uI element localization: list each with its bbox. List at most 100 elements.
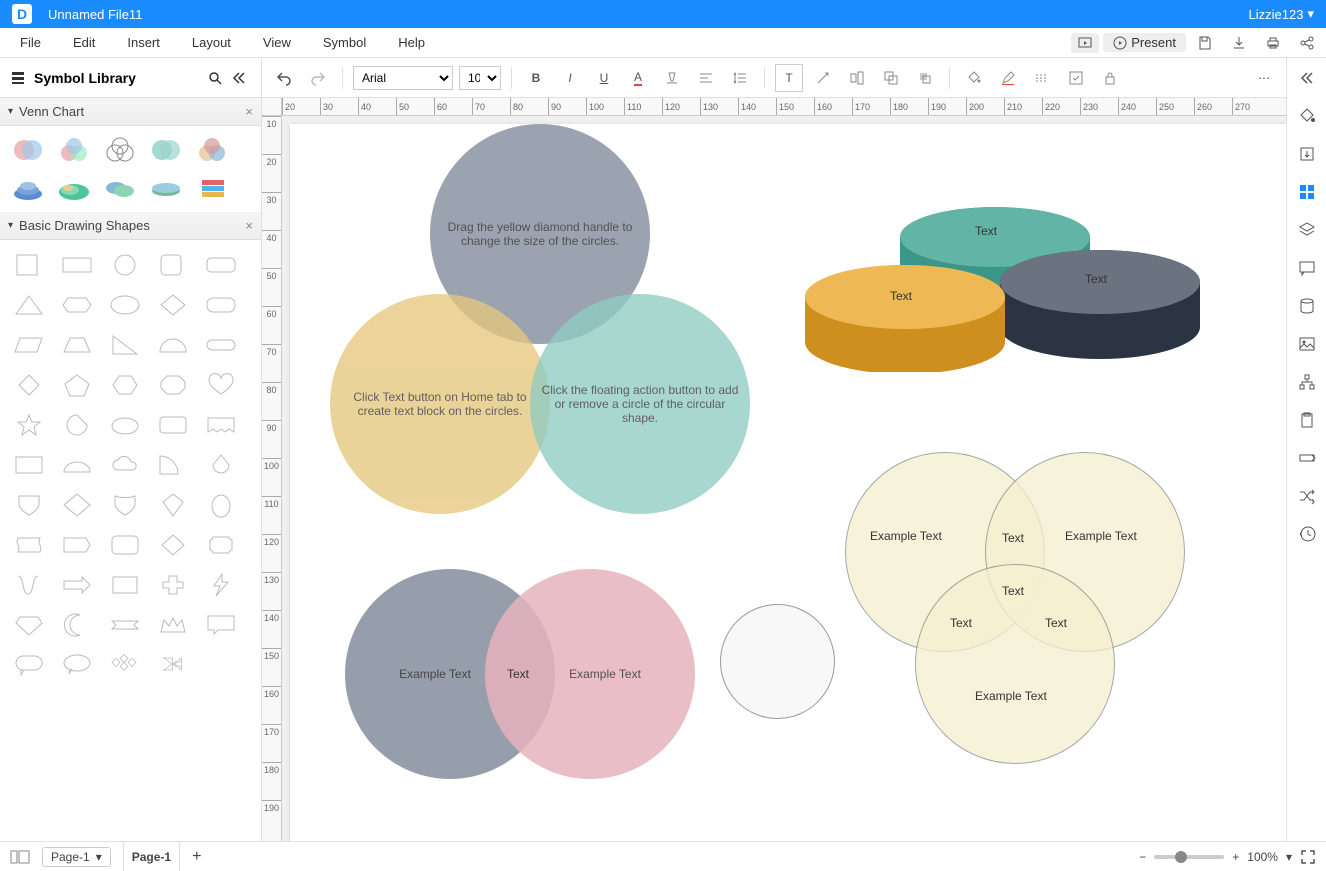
shape-shield[interactable] [8,488,50,522]
shape-4diamond[interactable] [104,648,146,682]
shape-quarter[interactable] [152,448,194,482]
shape-diamond3[interactable] [152,528,194,562]
venn-shape-6[interactable] [8,172,48,204]
shape-rectangle[interactable] [56,248,98,282]
shape-speech-oval[interactable] [56,648,98,682]
shape-octagon[interactable] [152,368,194,402]
sitemap-button[interactable] [1293,368,1321,396]
menu-help[interactable]: Help [382,35,441,50]
shape-card[interactable] [8,448,50,482]
close-icon[interactable]: × [245,104,253,119]
venn-shape-7[interactable] [54,172,94,204]
shape-cloud[interactable] [104,448,146,482]
venn-shape-1[interactable] [8,134,48,166]
connector-button[interactable] [809,64,837,92]
more-button[interactable]: ⋯ [1250,64,1278,92]
shape-heart[interactable] [200,368,242,402]
expand-rail-button[interactable] [1293,64,1321,92]
shape-arrow[interactable] [56,568,98,602]
comment-button[interactable] [1293,254,1321,282]
menu-layout[interactable]: Layout [176,35,247,50]
shape-teardrop[interactable] [56,408,98,442]
export-button[interactable] [1293,140,1321,168]
line-style-button[interactable] [1028,64,1056,92]
slideshow-button[interactable] [1071,33,1099,53]
shape-moon[interactable] [56,608,98,642]
menu-symbol[interactable]: Symbol [307,35,382,50]
shape-speech-rect[interactable] [200,608,242,642]
page-select[interactable]: Page-1 ▾ [42,847,111,867]
history-button[interactable] [1293,520,1321,548]
venn-circle-yellow[interactable]: Click Text button on Home tab to create … [330,294,550,514]
clipboard-button[interactable] [1293,406,1321,434]
theme-button[interactable] [1293,102,1321,130]
redo-button[interactable] [304,64,332,92]
download-button[interactable] [1224,31,1254,55]
fill-button[interactable] [960,64,988,92]
shape-semicircle[interactable] [152,328,194,362]
zoom-in-button[interactable]: + [1232,850,1239,864]
shape-diamond2[interactable] [56,488,98,522]
add-page-button[interactable]: + [192,848,201,866]
shapes-panel-header[interactable]: ▾ Basic Drawing Shapes × [0,212,261,240]
check-button[interactable] [1062,64,1090,92]
line-spacing-button[interactable] [726,64,754,92]
shape-cross[interactable] [152,568,194,602]
single-circle[interactable] [720,604,835,719]
outline-view-button[interactable] [10,849,30,865]
present-button[interactable]: Present [1103,33,1186,52]
zoom-slider[interactable] [1154,855,1224,859]
ruler-button[interactable] [1293,444,1321,472]
save-button[interactable] [1190,31,1220,55]
shape-hexagon[interactable] [104,368,146,402]
menu-insert[interactable]: Insert [111,35,176,50]
layers-button[interactable] [1293,216,1321,244]
zoom-out-button[interactable]: − [1139,850,1146,864]
menu-view[interactable]: View [247,35,307,50]
shape-gem[interactable] [8,608,50,642]
venn-shape-8[interactable] [100,172,140,204]
bold-button[interactable]: B [522,64,550,92]
shape-diamond[interactable] [152,288,194,322]
print-button[interactable] [1258,31,1288,55]
shape-triangle[interactable] [8,288,50,322]
shape-rounded-square[interactable] [152,248,194,282]
shape-bevel-rect[interactable] [152,408,194,442]
shape-plaque[interactable] [8,528,50,562]
group-button[interactable] [877,64,905,92]
shape-label[interactable] [56,528,98,562]
shape-hexagon-wide[interactable] [56,288,98,322]
shape-circle[interactable] [104,248,146,282]
shape-kite[interactable] [152,488,194,522]
shape-star[interactable] [8,408,50,442]
shuffle-button[interactable] [1293,482,1321,510]
shape-crown[interactable] [152,608,194,642]
shape-plaque2[interactable] [200,528,242,562]
page-surface[interactable]: Drag the yellow diamond handle to change… [290,124,1286,841]
shape-rect3[interactable] [104,568,146,602]
lock-button[interactable] [1096,64,1124,92]
shape-egg[interactable] [200,488,242,522]
venn-panel-header[interactable]: ▾ Venn Chart × [0,98,261,126]
align-objects-button[interactable] [843,64,871,92]
image-button[interactable] [1293,330,1321,358]
page-tab[interactable]: Page-1 [123,842,180,871]
shape-trapezoid[interactable] [56,328,98,362]
shape-ellipse[interactable] [104,288,146,322]
venn-shape-2[interactable] [54,134,94,166]
venn-shape-10[interactable] [192,172,232,204]
font-color-button[interactable]: A [624,64,652,92]
font-size-select[interactable]: 10 [459,66,501,90]
shape-half-round[interactable] [56,448,98,482]
shape-lightning[interactable] [200,568,242,602]
shape-square[interactable] [8,248,50,282]
arrange-button[interactable] [911,64,939,92]
menu-edit[interactable]: Edit [57,35,111,50]
shape-blob[interactable] [104,408,146,442]
venn-shape-3[interactable] [100,134,140,166]
underline-button[interactable]: U [590,64,618,92]
menu-file[interactable]: File [4,35,57,50]
data-button[interactable] [1293,292,1321,320]
undo-button[interactable] [270,64,298,92]
venn-shape-9[interactable] [146,172,186,204]
